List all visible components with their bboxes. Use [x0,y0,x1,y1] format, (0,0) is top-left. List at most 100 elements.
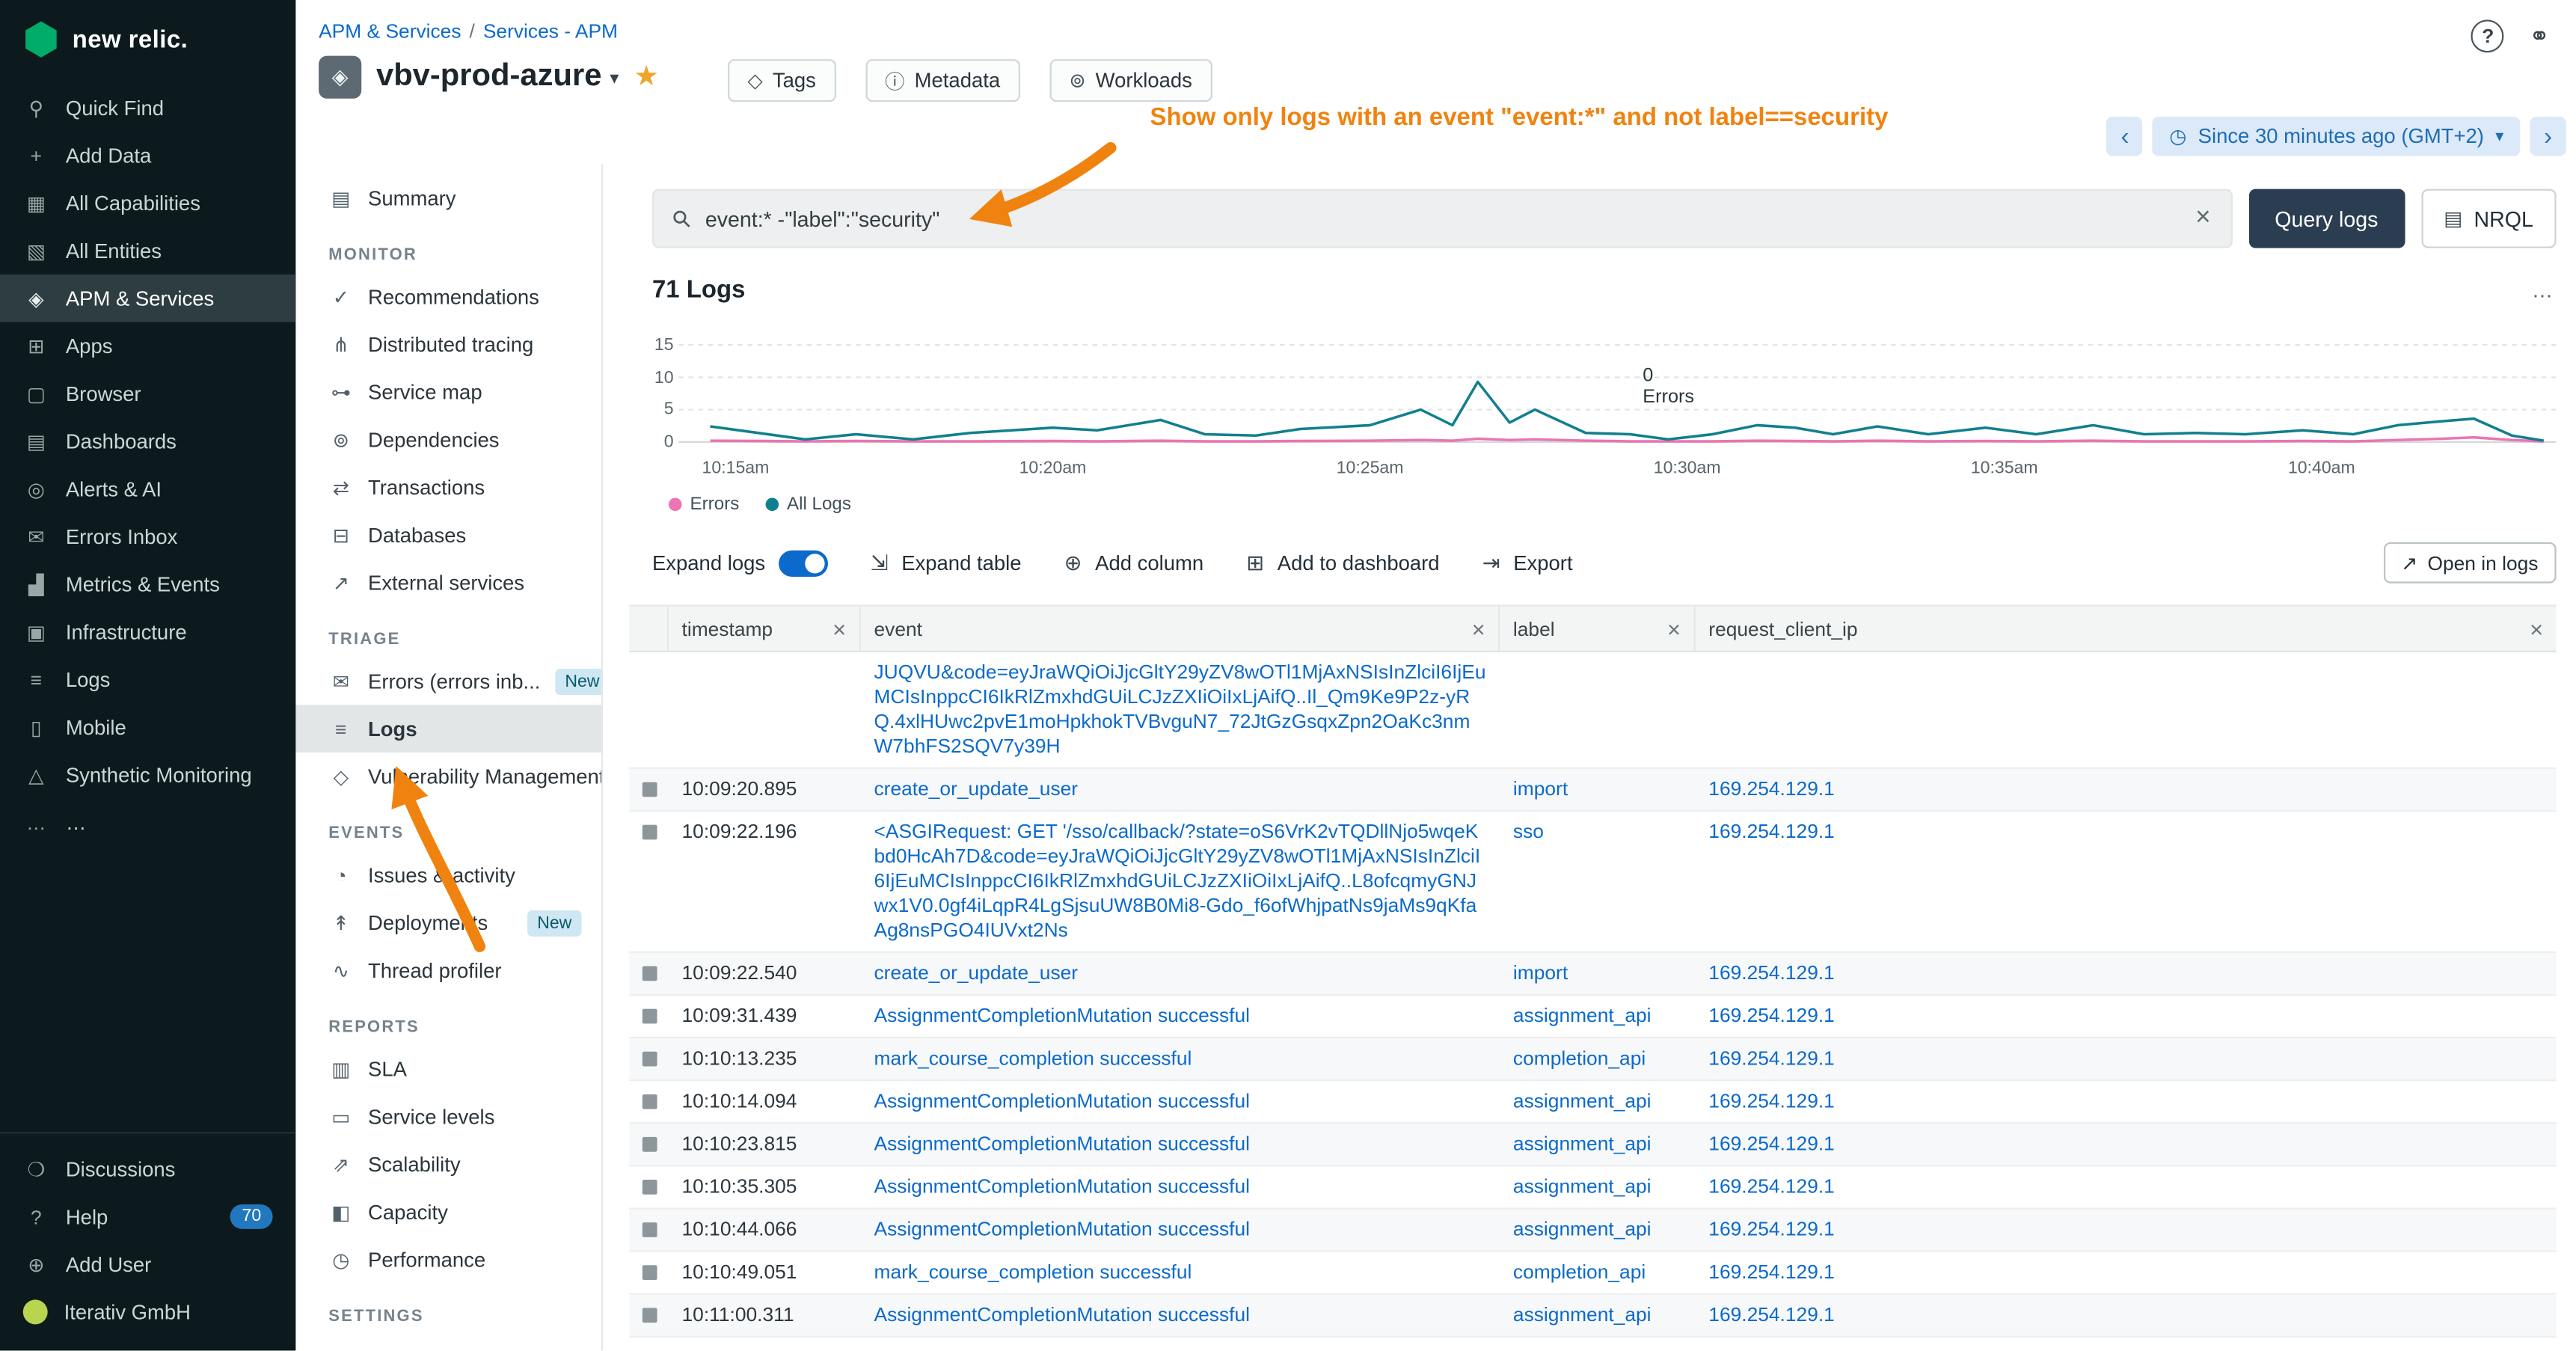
label-link[interactable]: completion_api [1513,1047,1646,1070]
label-link[interactable]: import [1513,777,1568,800]
add-column-button[interactable]: ⊕ Add column [1064,550,1204,576]
new-relic-logo[interactable]: new relic. [0,0,295,84]
log-row-import[interactable]: 10:09:20.895 create_or_update_user impor… [629,769,2556,812]
log-row-assignment-api[interactable]: 10:11:00.311 AssignmentCompletionMutatio… [629,1295,2556,1338]
label-link[interactable]: sso [1513,820,1544,843]
entity-sidebar-row-capacity[interactable]: ◧ Capacity [295,1188,601,1236]
request-client-ip-link[interactable]: 169.254.129.1 [1708,1260,1835,1284]
export-button[interactable]: ⇥ Export [1482,550,1573,576]
help-icon[interactable]: ? [2471,19,2504,52]
left-nav-bottom-item-discussions[interactable]: ❍ Discussions [0,1145,295,1193]
left-nav-item-apps[interactable]: ⊞ Apps [0,322,295,370]
event-link[interactable]: mark_course_completion successful [874,1260,1192,1284]
log-row-completion-api[interactable]: 10:10:49.051 mark_course_completion succ… [629,1252,2556,1295]
event-link[interactable]: AssignmentCompletionMutation successful [874,1132,1251,1155]
log-row-completion-api[interactable]: 10:10:13.235 mark_course_completion succ… [629,1038,2556,1081]
remove-column-icon[interactable]: × [2520,616,2543,642]
entity-sidebar-row-errors-errors-inb[interactable]: ✉ Errors (errors inb... New [295,658,601,705]
logs-options-icon[interactable]: … [2532,278,2557,302]
column-header-timestamp[interactable]: timestamp × [669,606,861,650]
log-row-assignment-api[interactable]: 10:10:35.305 AssignmentCompletionMutatio… [629,1166,2556,1209]
add-to-dashboard-button[interactable]: ⊞ Add to dashboard [1246,550,1439,576]
left-nav-item-alerts-ai[interactable]: ◎ Alerts & AI [0,465,295,513]
left-nav-item-apm-services[interactable]: ◈ APM & Services [0,275,295,322]
event-link[interactable]: AssignmentCompletionMutation successful [874,1004,1251,1027]
open-in-logs-button[interactable]: ↗ Open in logs [2383,542,2557,583]
time-back-button[interactable]: ‹ [2107,117,2143,156]
breadcrumb-apm-services[interactable]: APM & Services [319,19,461,43]
copy-link-icon[interactable]: ⚭ [2529,22,2550,52]
left-nav-item-infrastructure[interactable]: ▣ Infrastructure [0,608,295,656]
left-nav-item-quick-find[interactable]: ⚲ Quick Find [0,84,295,132]
event-link[interactable]: AssignmentCompletionMutation successful [874,1174,1251,1198]
log-row-import[interactable]: 10:09:22.540 create_or_update_user impor… [629,953,2556,996]
time-forward-button[interactable]: › [2530,117,2566,156]
label-link[interactable]: assignment_api [1513,1218,1652,1241]
breadcrumb-services-apm[interactable]: Services - APM [483,19,618,43]
remove-column-icon[interactable]: × [1657,616,1681,642]
label-link[interactable]: assignment_api [1513,1303,1652,1326]
request-client-ip-link[interactable]: 169.254.129.1 [1708,961,1835,984]
favorite-star-icon[interactable]: ★ [634,61,658,94]
entity-sidebar-row-performance[interactable]: ◷ Performance [295,1236,601,1284]
left-nav-item-item[interactable]: … … [0,798,295,846]
entity-switcher-chevron-down-icon[interactable]: ▾ [610,67,619,88]
entity-sidebar-row-service-map[interactable]: ⊶ Service map [295,368,601,416]
entity-sidebar-row-scalability[interactable]: ⇗ Scalability [295,1140,601,1188]
remove-column-icon[interactable]: × [1462,616,1485,642]
left-nav-item-all-capabilities[interactable]: ▦ All Capabilities [0,179,295,227]
entity-chip-workloads[interactable]: ⊚ Workloads [1049,59,1212,102]
left-nav-item-mobile[interactable]: ▯ Mobile [0,703,295,751]
request-client-ip-link[interactable]: 169.254.129.1 [1708,1047,1835,1070]
entity-sidebar-row-service-levels[interactable]: ▭ Service levels [295,1093,601,1141]
event-link[interactable]: <ASGIRequest: GET '/sso/callback/?state=… [874,820,1481,942]
left-nav-item-all-entities[interactable]: ▧ All Entities [0,227,295,275]
log-row-assignment-api[interactable]: 10:09:31.439 AssignmentCompletionMutatio… [629,996,2556,1038]
entity-sidebar-row-distributed-tracing[interactable]: ⋔ Distributed tracing [295,320,601,368]
event-link[interactable]: AssignmentCompletionMutation successful [874,1089,1251,1112]
left-nav-bottom-item-add-user[interactable]: ⊕ Add User [0,1240,295,1288]
nrql-button[interactable]: ▤ NRQL [2421,189,2557,248]
entity-sidebar-row-transactions[interactable]: ⇄ Transactions [295,463,601,511]
entity-sidebar-row-databases[interactable]: ⊟ Databases [295,511,601,559]
column-header-request-client-ip[interactable]: request_client_ip × [1696,606,2557,650]
request-client-ip-link[interactable]: 169.254.129.1 [1708,1218,1835,1241]
entity-sidebar-row-dependencies[interactable]: ⊚ Dependencies [295,416,601,464]
label-link[interactable]: assignment_api [1513,1132,1652,1155]
left-nav-item-browser[interactable]: ▢ Browser [0,370,295,417]
event-link[interactable]: AssignmentCompletionMutation successful [874,1303,1251,1326]
label-link[interactable]: assignment_api [1513,1004,1652,1027]
remove-column-icon[interactable]: × [823,616,846,642]
entity-sidebar-row-sla[interactable]: ▥ SLA [295,1045,601,1093]
event-link[interactable]: AssignmentCompletionMutation successful [874,1218,1251,1241]
query-logs-button[interactable]: Query logs [2248,189,2404,248]
legend-item-all-logs[interactable]: All Logs [765,494,851,514]
log-row-assignment-api[interactable]: 10:10:14.094 AssignmentCompletionMutatio… [629,1081,2556,1124]
event-link[interactable]: JUQVU&code=eyJraWQiOiJjcGltY29yZV8wOTl1M… [874,661,1486,758]
entity-sidebar-row-logs[interactable]: ≡ Logs [295,705,601,753]
label-link[interactable]: import [1513,961,1568,984]
left-nav-item-dashboards[interactable]: ▤ Dashboards [0,417,295,465]
event-link[interactable]: mark_course_completion successful [874,1047,1192,1070]
request-client-ip-link[interactable]: 169.254.129.1 [1708,1089,1835,1112]
left-nav-item-metrics-events[interactable]: ▟ Metrics & Events [0,560,295,608]
left-nav-item-errors-inbox[interactable]: ✉ Errors Inbox [0,512,295,560]
event-link[interactable]: create_or_update_user [874,961,1079,984]
request-client-ip-link[interactable]: 169.254.129.1 [1708,1004,1835,1027]
clear-query-icon[interactable]: × [2195,203,2211,233]
request-client-ip-link[interactable]: 169.254.129.1 [1708,777,1835,800]
request-client-ip-link[interactable]: 169.254.129.1 [1708,820,1835,843]
log-row[interactable]: JUQVU&code=eyJraWQiOiJjcGltY29yZV8wOTl1M… [629,652,2556,769]
label-link[interactable]: assignment_api [1513,1174,1652,1198]
time-range-picker[interactable]: ◷ Since 30 minutes ago (GMT+2) ▾ [2153,117,2520,156]
left-nav-bottom-item-help[interactable]: ? Help 70 [0,1193,295,1241]
left-nav-item-add-data[interactable]: + Add Data [0,132,295,180]
entity-sidebar-row-deployments[interactable]: ↟ Deployments New [295,898,601,946]
entity-chip-metadata[interactable]: ⓘ Metadata [865,59,1020,102]
left-nav-bottom-item-iterativ-gmbh[interactable]: ● Iterativ GmbH [0,1288,295,1336]
entity-sidebar-row-recommendations[interactable]: ✓ Recommendations [295,273,601,321]
entity-sidebar-row-summary[interactable]: ▤ Summary [295,174,601,222]
event-link[interactable]: create_or_update_user [874,777,1079,800]
legend-item-errors[interactable]: Errors [669,494,739,514]
column-header-event[interactable]: event × [861,606,1500,650]
